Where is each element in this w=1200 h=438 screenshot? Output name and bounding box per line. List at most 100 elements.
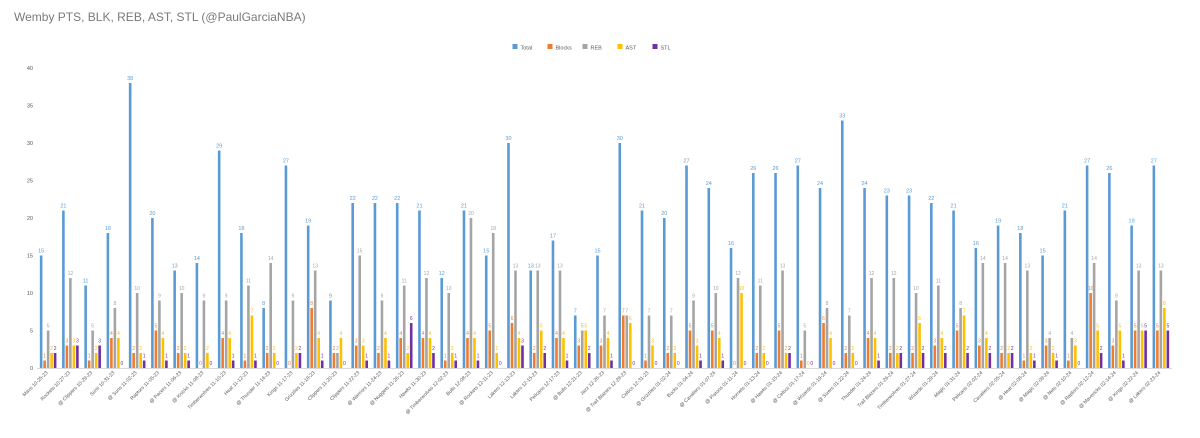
bar-stl <box>298 353 302 368</box>
bar-total <box>529 270 533 368</box>
data-label-stl: 0 <box>766 361 769 367</box>
data-label-total: 19 <box>995 219 1001 225</box>
data-label-total: 13 <box>528 264 534 270</box>
data-label-total: 22 <box>928 196 934 202</box>
bar-blocks <box>221 338 224 368</box>
bar-reb <box>447 293 451 368</box>
data-label-blocks: 1 <box>88 354 91 360</box>
legend-swatch-blocks <box>547 44 553 49</box>
data-label-blocks: 0 <box>288 361 291 367</box>
bar-total <box>974 248 978 368</box>
data-label-blocks: 4 <box>867 331 870 337</box>
bar-stl <box>1055 360 1058 368</box>
bar-reb <box>803 330 807 368</box>
data-label-reb: 7 <box>848 309 851 315</box>
data-label-stl: 0 <box>343 361 346 367</box>
data-label-stl: 6 <box>410 316 413 322</box>
bar-reb <box>202 300 206 368</box>
bar-total <box>440 278 444 368</box>
data-label-ast: 4 <box>940 331 943 337</box>
data-label-stl: 2 <box>299 346 302 352</box>
data-label-total: 26 <box>772 166 778 172</box>
data-label-reb: 9 <box>203 294 206 300</box>
data-label-blocks: 3 <box>577 339 580 345</box>
data-label-reb: 11 <box>246 279 251 285</box>
data-label-blocks: 6 <box>511 316 514 322</box>
data-label-reb: 4 <box>1070 331 1073 337</box>
data-label-total: 22 <box>350 196 356 202</box>
data-label-total: 27 <box>683 159 689 165</box>
data-label-stl: 1 <box>610 354 613 360</box>
bar-ast <box>539 330 543 368</box>
data-label-reb: 13 <box>535 264 541 270</box>
bar-stl <box>788 353 791 368</box>
data-label-total: 24 <box>861 181 867 187</box>
data-label-reb: 7 <box>625 309 628 315</box>
data-label-total: 38 <box>127 76 133 82</box>
bar-reb <box>758 285 762 368</box>
data-label-stl: 1 <box>365 354 368 360</box>
data-label-total: 11 <box>83 279 89 285</box>
data-label-total: 15 <box>38 249 44 255</box>
data-label-blocks: 3 <box>1111 339 1114 345</box>
data-label-blocks: 3 <box>355 339 358 345</box>
data-label-stl: 1 <box>143 354 146 360</box>
bar-total <box>462 210 466 368</box>
bar-stl <box>142 360 146 368</box>
data-label-ast: 2 <box>206 346 209 352</box>
data-label-ast: 4 <box>340 331 343 337</box>
data-label-stl: 1 <box>1055 354 1058 360</box>
bar-blocks <box>1089 293 1092 368</box>
data-label-stl: 1 <box>165 354 168 360</box>
data-label-blocks: 2 <box>377 346 380 352</box>
bar-blocks <box>310 308 313 368</box>
data-label-blocks: 2 <box>266 346 269 352</box>
data-label-total: 14 <box>194 256 200 262</box>
bar-blocks <box>265 353 269 368</box>
data-label-blocks: 0 <box>733 361 736 367</box>
bar-ast <box>784 353 788 368</box>
data-label-total: 18 <box>1017 226 1023 232</box>
data-label-stl: 2 <box>966 346 969 352</box>
bar-ast <box>139 353 142 368</box>
data-label-stl: 0 <box>1077 361 1080 367</box>
bar-blocks <box>889 353 892 368</box>
data-label-ast: 4 <box>429 331 432 337</box>
legend-swatch-total <box>512 44 518 49</box>
bar-total <box>796 165 800 368</box>
data-label-reb: 4 <box>1048 331 1051 337</box>
data-label-total: 21 <box>416 204 422 210</box>
bar-reb <box>180 293 183 368</box>
data-label-reb: 13 <box>1136 264 1142 270</box>
y-tick-label: 0 <box>30 366 33 372</box>
data-label-total: 21 <box>461 204 467 210</box>
data-label-stl: 3 <box>98 339 101 345</box>
bar-reb <box>425 278 428 368</box>
bar-stl <box>76 345 79 368</box>
bar-total <box>885 195 889 368</box>
bar-total <box>195 263 199 368</box>
bar-ast <box>628 323 632 368</box>
data-label-reb: 9 <box>692 294 695 300</box>
data-label-blocks: 3 <box>933 339 936 345</box>
data-label-blocks: 5 <box>711 324 714 330</box>
bar-ast <box>985 338 988 368</box>
bar-blocks <box>65 345 69 368</box>
bar-blocks <box>1133 330 1137 368</box>
bar-total <box>1152 165 1156 368</box>
bar-total <box>240 233 243 368</box>
data-label-total: 27 <box>1084 159 1090 165</box>
data-label-ast: 2 <box>851 346 854 352</box>
bar-reb <box>514 270 517 368</box>
data-label-stl: 1 <box>877 354 880 360</box>
bar-reb <box>69 278 72 368</box>
data-label-total: 18 <box>238 226 244 232</box>
bar-blocks <box>510 323 514 368</box>
bar-ast <box>250 315 254 368</box>
data-label-total: 27 <box>1151 159 1157 165</box>
data-label-ast: 4 <box>117 331 120 337</box>
bar-reb <box>692 300 695 368</box>
data-label-ast: 4 <box>607 331 610 337</box>
bar-ast <box>495 353 499 368</box>
bar-blocks <box>822 323 825 368</box>
